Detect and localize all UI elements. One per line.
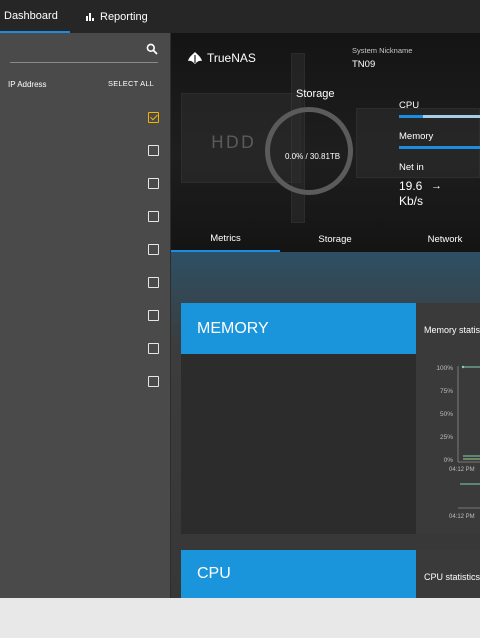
memory-usage-bar [399,146,480,149]
arrow-right-icon: → [431,180,442,192]
host-checkbox[interactable] [148,310,159,321]
memory-metric-label: Memory [399,131,434,142]
truenas-logo: TrueNAS [187,51,256,65]
tab-reporting[interactable]: Reporting [86,0,156,33]
net-in-label: Net in [399,162,424,173]
y-tick-label: 75% [440,388,453,395]
memory-stats-title: Memory statis [424,325,480,335]
truenas-logo-icon [188,52,202,64]
host-checkbox[interactable] [148,343,159,354]
cpu-stats-title: CPU statistics [424,572,480,582]
host-selection-panel: IP Address SELECT ALL [0,33,171,598]
cpu-usage-fill [399,115,424,118]
tab-storage[interactable]: Storage [280,226,390,252]
search-input[interactable] [10,62,158,63]
x-tick-label: 04:12 PM [449,514,475,520]
ip-address-header: IP Address [8,80,47,89]
system-info-widget: HDD TrueNAS System Nickname TN09 Storage… [171,33,480,252]
hdd-background-label: HDD [211,133,256,153]
memory-usage-fill [399,146,480,149]
tab-network[interactable]: Network [390,226,480,252]
cpu-widget-header: CPU [181,550,416,598]
net-in-value: 19.6 Kb/s [399,179,423,209]
host-checkbox[interactable] [148,145,159,156]
net-in-number: 19.6 [399,179,423,193]
y-tick-label: 100% [436,365,453,372]
net-in-unit: Kb/s [399,194,424,208]
y-tick-label: 50% [440,411,453,418]
storage-usage-text: 0.0% / 30.81TB [285,152,341,161]
storage-title: Storage [296,88,335,100]
y-tick-label: 0% [444,457,454,464]
host-checkbox[interactable] [148,244,159,255]
memory-widget: MEMORY Memory statis 100% 75% 50% 25% 0%… [181,303,480,534]
brand-name: TrueNAS [207,51,256,65]
cpu-usage-bar [399,115,480,118]
host-checkbox[interactable] [148,376,159,387]
memory-widget-title: MEMORY [197,319,269,337]
select-all-button[interactable]: SELECT ALL [108,79,154,88]
top-nav: Dashboard Reporting [0,0,480,33]
host-checkbox[interactable] [148,112,159,123]
bar-chart-icon [86,12,94,21]
tab-dashboard[interactable]: Dashboard [0,0,70,33]
tab-metrics[interactable]: Metrics [171,226,280,252]
host-checkbox[interactable] [148,211,159,222]
memory-widget-header: MEMORY [181,303,416,354]
memory-usage-chart: 100% 75% 50% 25% 0% 04:12 PM 04:12 PM [436,365,480,520]
x-tick-label: 04:12 PM [449,467,475,473]
host-checkbox[interactable] [148,178,159,189]
search-icon[interactable] [146,43,158,55]
cpu-widget: CPU CPU statistics [181,550,480,598]
cpu-widget-title: CPU [197,565,231,582]
system-nickname-label: System Nickname [352,46,413,55]
host-checkbox[interactable] [148,277,159,288]
system-nickname-value: TN09 [352,59,376,70]
cpu-metric-label: CPU [399,100,420,111]
tab-dashboard-label: Dashboard [4,9,58,22]
dashboard-content: MEMORY Memory statis 100% 75% 50% 25% 0%… [171,252,480,598]
storage-usage-ring [265,107,353,195]
app-window: Dashboard Reporting IP Address SELECT AL… [0,0,480,598]
tab-reporting-label: Reporting [100,10,148,23]
y-tick-label: 25% [440,434,453,441]
memory-series-point [461,365,465,369]
